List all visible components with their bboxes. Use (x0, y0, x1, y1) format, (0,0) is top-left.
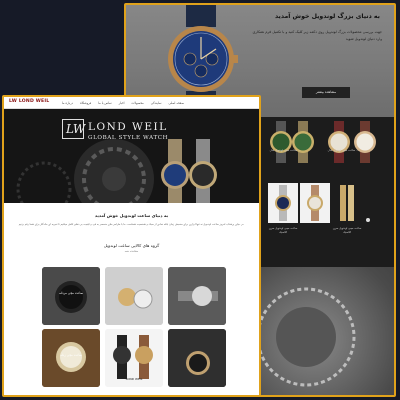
brand-tagline: GLOBAL STYLE WATCH (88, 135, 169, 141)
carousel-dot[interactable] (366, 218, 370, 222)
menu-item[interactable]: درباره ما (62, 101, 73, 105)
product-watch-image[interactable] (268, 183, 298, 223)
back-hero-title: به دنیای بزرگ لوندویل خوش آمدید (274, 13, 380, 20)
product-caption[interactable]: ساعت مچی لوندویل مدل ... (268, 149, 302, 153)
product-caption[interactable]: ساعت مچی لوندویل مدل ... (326, 149, 360, 153)
brand-name: LOND WEIL (88, 121, 168, 133)
menu-item[interactable]: تماس با ما (98, 101, 111, 105)
category-tile[interactable] (105, 267, 163, 325)
menu-item[interactable]: محصولات (132, 101, 144, 105)
product-watch-image[interactable] (300, 183, 330, 223)
tile-brand-logo: LOND WEIL (125, 377, 143, 381)
product-caption[interactable]: ساعت مچی لوندویل سری کلاسیک (266, 227, 300, 234)
product-watch-image[interactable] (332, 183, 362, 223)
back-hero-button[interactable]: مشاهده بیشتر (302, 87, 350, 98)
category-tile[interactable]: LOND WEIL (105, 329, 163, 387)
front-page-screenshot: LW LOND WEIL درباره ما فروشگاه تماس با م… (2, 95, 261, 397)
category-tile[interactable] (168, 267, 226, 325)
category-label: ساعت مچی زنانه (60, 353, 82, 357)
product-watch-image[interactable] (326, 121, 352, 163)
product-watch-image[interactable] (352, 121, 378, 163)
menu-item[interactable]: فروشگاه (80, 101, 91, 105)
category-tile[interactable] (168, 329, 226, 387)
product-caption[interactable]: ساعت مچی لوندویل سری کلاسیک (330, 227, 364, 234)
hero-banner: LW LOND WEIL GLOBAL STYLE WATCH (4, 109, 259, 203)
back-hero-text: جهت بررسی محصولات بزرگ لوندویل روی دکمه … (252, 30, 382, 41)
category-tile[interactable]: ساعت مچی زنانه (42, 329, 100, 387)
category-label: ساعت مچی مردانه (59, 291, 83, 295)
brand-monogram-logo: LW (62, 119, 85, 139)
top-navbar: LW LOND WEIL درباره ما فروشگاه تماس با م… (4, 97, 259, 109)
collection-view-all-link[interactable]: مشاهده همه (4, 250, 259, 253)
product-watch-image[interactable] (290, 121, 316, 163)
menu-item[interactable]: صفحه اصلی (169, 101, 184, 105)
main-menu: درباره ما فروشگاه تماس با ما اخبار محصول… (62, 101, 184, 105)
category-tile[interactable]: ساعت مچی مردانه (42, 267, 100, 325)
menu-item[interactable]: اخبار (119, 101, 125, 105)
menu-item[interactable]: نمایندگی (151, 101, 162, 105)
site-logo[interactable]: LW LOND WEIL (9, 99, 49, 104)
collection-heading: گروه های کالایی ساعت لوندویل (103, 243, 160, 248)
welcome-text: در دنیای پرشتاب امروز ساعت لوندویل نه تن… (18, 223, 245, 226)
welcome-heading: به دنیای ساعت لوندویل خوش آمدید (94, 213, 169, 218)
